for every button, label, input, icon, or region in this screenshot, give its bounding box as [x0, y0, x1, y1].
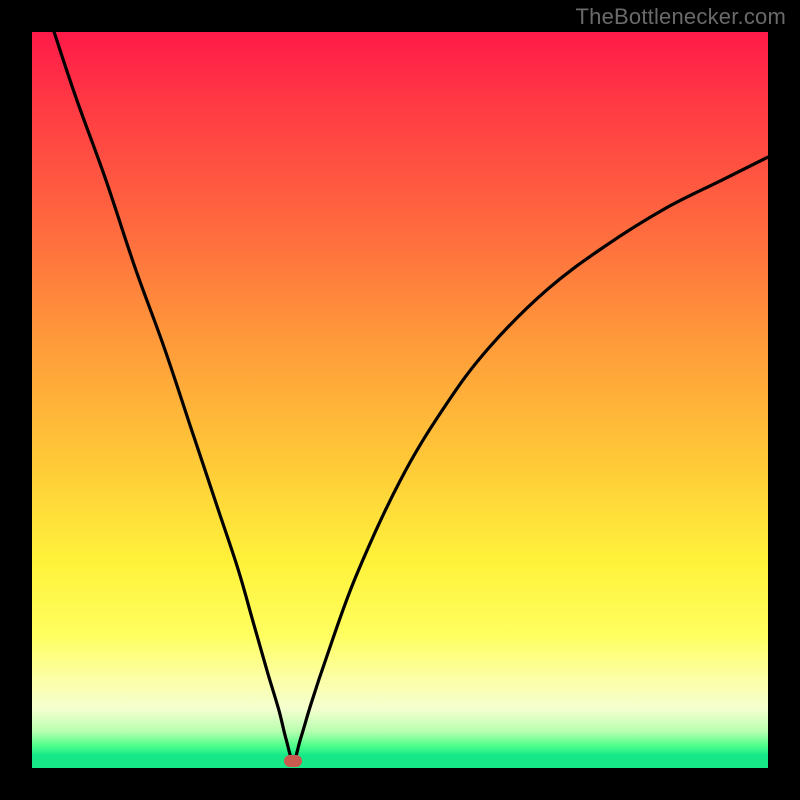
chart-frame: TheBottlenecker.com — [0, 0, 800, 800]
curve-svg — [32, 32, 768, 768]
plot-area — [32, 32, 768, 768]
watermark-text: TheBottlenecker.com — [576, 4, 786, 30]
minimum-marker — [284, 755, 302, 767]
bottleneck-curve — [54, 32, 768, 761]
